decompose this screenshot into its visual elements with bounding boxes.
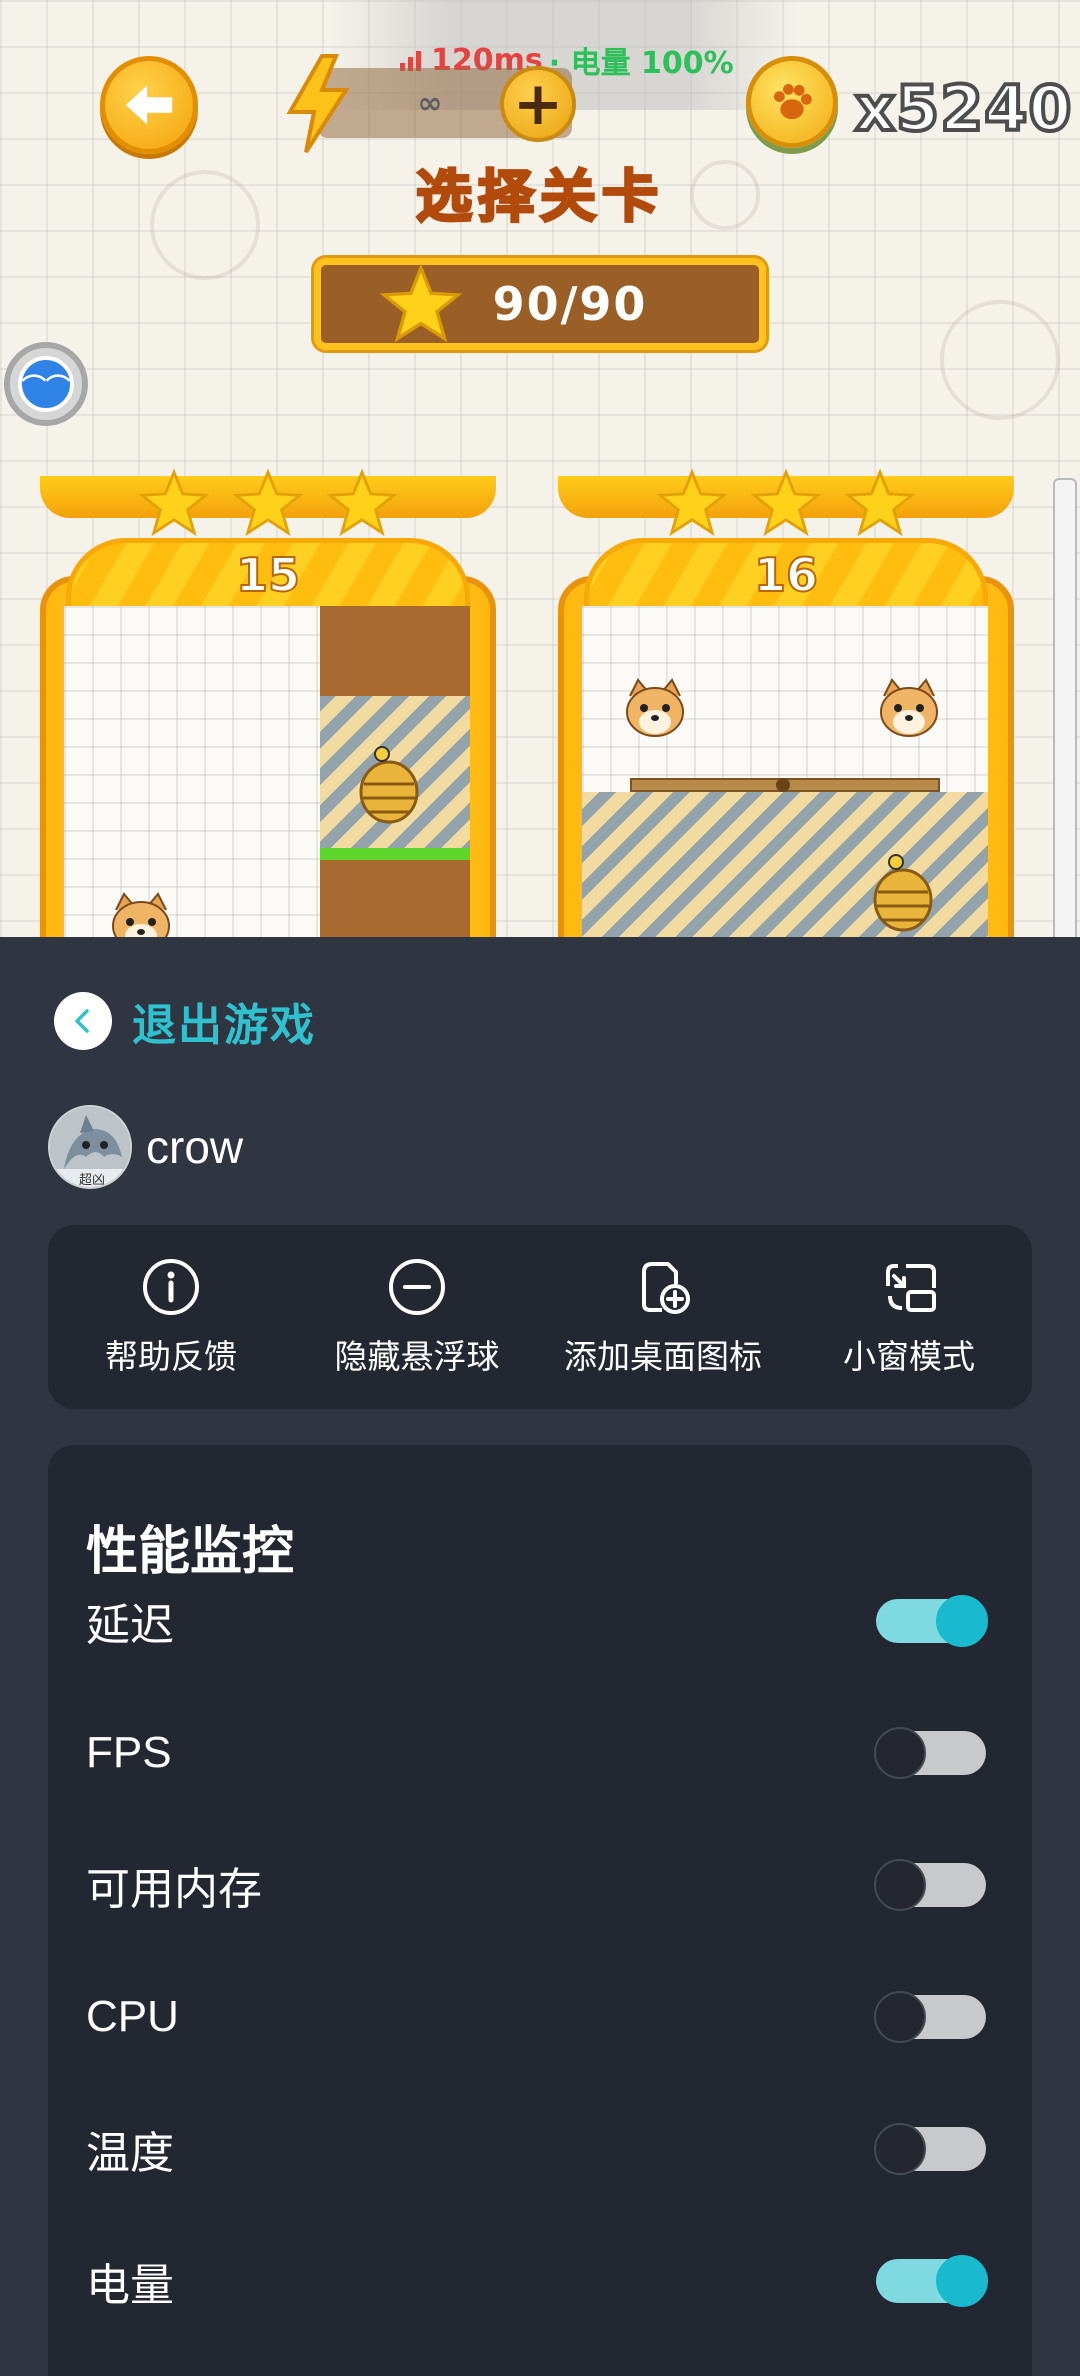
chevron-left-icon: [54, 992, 112, 1050]
toggle-knob: [936, 2255, 988, 2307]
help-feedback-button[interactable]: 帮助反馈: [48, 1225, 294, 1409]
paw-icon: [774, 84, 812, 120]
minus-circle-icon: [389, 1259, 445, 1315]
level-preview: [582, 606, 988, 937]
memory-toggle[interactable]: [874, 1859, 986, 1911]
toggle-knob: [874, 1727, 926, 1779]
perf-row-cpu: CPU: [86, 1977, 986, 2057]
beehive-icon: [873, 854, 933, 932]
game-screen: 120ms · 电量 100% ∞ + x5240 选择关卡 90/90 ⌒⌒: [0, 0, 1080, 937]
grass-platform: [320, 848, 470, 860]
plank-pivot: [776, 778, 790, 792]
dog-face-icon: [626, 678, 684, 737]
coin-count: x5240: [853, 70, 1074, 147]
perf-row-latency: 延迟: [86, 1581, 988, 1661]
small-window-mode-button[interactable]: 小窗模式: [786, 1225, 1032, 1409]
performance-monitor-card: 性能监控 延迟 FPS 可用内存 CPU 温度 电量: [48, 1445, 1032, 2376]
perf-label: 可用内存: [86, 1865, 262, 1914]
temperature-toggle[interactable]: [874, 2123, 986, 2175]
perf-label: 延迟: [86, 1601, 174, 1650]
cpu-toggle[interactable]: [874, 1991, 986, 2043]
perf-label: 电量: [86, 2261, 174, 2310]
back-button[interactable]: [100, 56, 198, 154]
small-window-icon: [886, 1264, 936, 1312]
level-preview: [64, 606, 470, 937]
star-icon: [750, 468, 822, 537]
star-icon: [326, 468, 398, 537]
toggle-knob: [874, 1991, 926, 2043]
exit-game-label: 退出游戏: [132, 1000, 316, 1051]
star-icon: [379, 263, 463, 343]
star-total-value: 90/90: [492, 277, 648, 331]
info-icon: [143, 1259, 199, 1315]
level-number: 15: [235, 547, 301, 603]
page-title: 选择关卡: [415, 164, 664, 232]
level-card-15[interactable]: 15: [40, 468, 496, 937]
star-total-badge: 90/90: [314, 258, 766, 350]
plus-icon: +: [512, 69, 564, 139]
energy-value: ∞: [417, 85, 443, 121]
toggle-knob: [874, 2123, 926, 2175]
username: crow: [146, 1121, 244, 1173]
dog-face-icon: [112, 892, 170, 937]
level-stars: [558, 468, 1014, 537]
perf-label: FPS: [86, 1728, 172, 1777]
star-icon: [844, 468, 916, 537]
paw-coin-icon: [746, 56, 838, 148]
arrow-left-icon: [125, 85, 173, 125]
level-stars: [40, 468, 496, 537]
floating-ball-icon: ⌒⌒: [18, 356, 74, 412]
level-scrollbar[interactable]: [1053, 478, 1077, 937]
toggle-knob: [874, 1859, 926, 1911]
dirt-block: [320, 606, 470, 696]
background-doodle: [940, 300, 1060, 420]
add-energy-button[interactable]: +: [500, 66, 576, 142]
level-card-16[interactable]: 16: [558, 468, 1014, 937]
section-title: 性能监控: [86, 1522, 295, 1582]
star-icon: [656, 468, 728, 537]
perf-row-temperature: 温度: [86, 2109, 986, 2189]
add-desktop-icon-button[interactable]: 添加桌面图标: [540, 1225, 786, 1409]
add-shortcut-icon: [642, 1262, 690, 1314]
floating-ball[interactable]: ⌒⌒: [4, 342, 88, 426]
dog-face-icon: [880, 678, 938, 737]
dirt-block: [320, 860, 470, 937]
perf-label: CPU: [86, 1992, 179, 2041]
star-icon: [232, 468, 304, 537]
avatar[interactable]: 超凶: [48, 1105, 132, 1189]
hide-floating-ball-label: 隐藏悬浮球: [334, 1337, 500, 1376]
exit-game-button[interactable]: 退出游戏: [54, 989, 316, 1053]
user-info: 超凶 crow: [48, 1105, 243, 1189]
quick-actions: 帮助反馈 隐藏悬浮球 添加桌面图标 小窗模式: [48, 1225, 1032, 1409]
level-number: 16: [753, 547, 819, 603]
lightning-icon: [286, 54, 350, 154]
perf-row-memory: 可用内存: [86, 1845, 986, 1925]
hide-floating-ball-button[interactable]: 隐藏悬浮球: [294, 1225, 540, 1409]
add-desktop-icon-label: 添加桌面图标: [564, 1337, 762, 1376]
help-feedback-label: 帮助反馈: [105, 1337, 237, 1376]
beehive-icon: [359, 746, 419, 824]
toggle-knob: [936, 1595, 988, 1647]
small-window-mode-label: 小窗模式: [843, 1337, 975, 1376]
perf-row-fps: FPS: [86, 1713, 986, 1793]
battery-toggle[interactable]: [876, 2255, 988, 2307]
latency-toggle[interactable]: [876, 1595, 988, 1647]
game-menu-panel: 退出游戏 超凶 crow 帮助反馈 隐藏悬浮球 添加桌面图标 小窗模式 性能监控…: [0, 937, 1080, 2376]
perf-label: 温度: [86, 2129, 174, 2178]
battery-value: · 电量 100%: [548, 46, 734, 81]
star-icon: [138, 468, 210, 537]
fps-toggle[interactable]: [874, 1727, 986, 1779]
avatar-text: 超凶: [78, 1173, 105, 1188]
perf-row-battery: 电量: [86, 2241, 988, 2321]
